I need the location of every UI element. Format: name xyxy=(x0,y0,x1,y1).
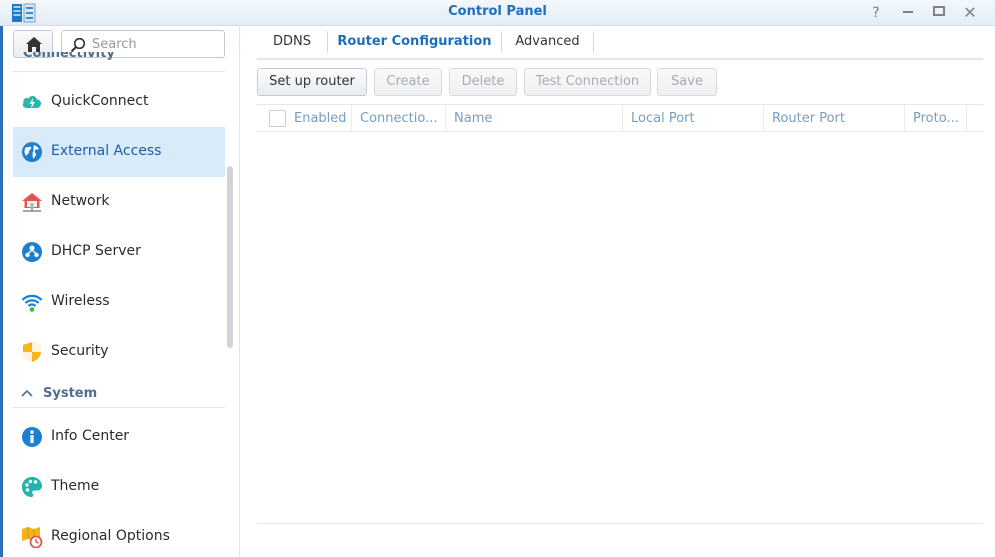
sidebar-item-label: Theme xyxy=(51,478,100,494)
window-title: Control Panel xyxy=(448,4,547,19)
sidebar-item-info-center[interactable]: Info Center xyxy=(13,412,225,462)
close-button[interactable]: ✕ xyxy=(959,2,981,24)
sidebar-item-wireless[interactable]: Wireless xyxy=(13,277,225,327)
category-system[interactable]: System xyxy=(13,382,225,408)
tab-advanced[interactable]: Advanced xyxy=(502,26,593,58)
grid-footer-line xyxy=(257,523,983,524)
sidebar-item-regional-options[interactable]: Regional Options xyxy=(13,512,225,557)
sidebar-item-dhcp-server[interactable]: DHCP Server xyxy=(13,227,225,277)
column-router-port[interactable]: Router Port xyxy=(764,105,905,132)
create-button[interactable]: Create xyxy=(374,68,442,96)
test-connection-button[interactable]: Test Connection xyxy=(524,68,651,96)
sidebar-item-network[interactable]: Network xyxy=(13,177,225,227)
theme-palette-icon xyxy=(22,477,42,497)
external-access-globe-icon xyxy=(22,142,42,162)
close-icon: ✕ xyxy=(963,3,977,22)
home-icon xyxy=(26,37,42,52)
sidebar-item-label: Security xyxy=(51,343,109,359)
sidebar-item-label: Wireless xyxy=(51,293,110,309)
setup-router-button[interactable]: Set up router xyxy=(257,68,367,96)
network-house-icon xyxy=(22,193,42,212)
sidebar-item-quickconnect[interactable]: QuickConnect xyxy=(13,77,225,127)
category-connectivity-label: Connectivity xyxy=(23,52,115,61)
search-input[interactable] xyxy=(92,35,220,53)
sidebar-item-label: DHCP Server xyxy=(51,243,141,259)
sidebar-item-label: External Access xyxy=(51,143,162,159)
regional-options-icon xyxy=(22,527,43,548)
grid-header: Enabled Connectio... Name Local Port Rou… xyxy=(257,104,983,132)
quickconnect-icon xyxy=(22,95,42,109)
sidebar-item-label: Info Center xyxy=(51,428,130,444)
column-connection[interactable]: Connectio... xyxy=(352,105,446,132)
help-icon: ? xyxy=(872,5,880,21)
title-bar: Control Panel ? ✕ xyxy=(0,0,995,26)
help-button[interactable]: ? xyxy=(865,2,887,24)
sidebar-item-label: Regional Options xyxy=(51,528,170,544)
tab-ddns[interactable]: DDNS xyxy=(257,26,327,58)
tab-separator xyxy=(593,31,594,53)
sidebar-item-label: Network xyxy=(51,193,110,209)
delete-button[interactable]: Delete xyxy=(449,68,517,96)
search-icon xyxy=(70,37,86,53)
sidebar: Connectivity QuickConnect External Acces… xyxy=(3,26,240,557)
select-all-checkbox[interactable] xyxy=(269,110,286,127)
chevron-up-icon xyxy=(21,389,33,397)
category-connectivity[interactable]: Connectivity xyxy=(13,52,225,72)
save-button[interactable]: Save xyxy=(657,68,717,96)
sidebar-item-label: QuickConnect xyxy=(51,93,149,109)
tab-bar: DDNS Router Configuration Advanced xyxy=(257,26,983,60)
column-local-port[interactable]: Local Port xyxy=(623,105,764,132)
dhcp-server-icon xyxy=(22,242,42,262)
category-system-label: System xyxy=(43,386,98,401)
wireless-icon xyxy=(21,294,43,312)
maximize-icon xyxy=(933,6,945,16)
security-shield-icon xyxy=(23,342,41,362)
sidebar-item-security[interactable]: Security xyxy=(13,327,225,377)
column-enabled-label: Enabled xyxy=(294,111,347,126)
tab-router-configuration[interactable]: Router Configuration xyxy=(328,26,501,58)
column-protocol[interactable]: Proto... xyxy=(905,105,967,132)
sidebar-scrollbar[interactable] xyxy=(227,166,233,348)
info-center-icon xyxy=(22,427,42,447)
column-name[interactable]: Name xyxy=(446,105,623,132)
sidebar-item-external-access[interactable]: External Access xyxy=(13,127,225,177)
minimize-button[interactable] xyxy=(897,2,919,24)
sidebar-item-theme[interactable]: Theme xyxy=(13,462,225,512)
minimize-icon xyxy=(903,11,913,13)
maximize-button[interactable] xyxy=(928,2,950,24)
main-panel: DDNS Router Configuration Advanced Set u… xyxy=(241,26,995,557)
